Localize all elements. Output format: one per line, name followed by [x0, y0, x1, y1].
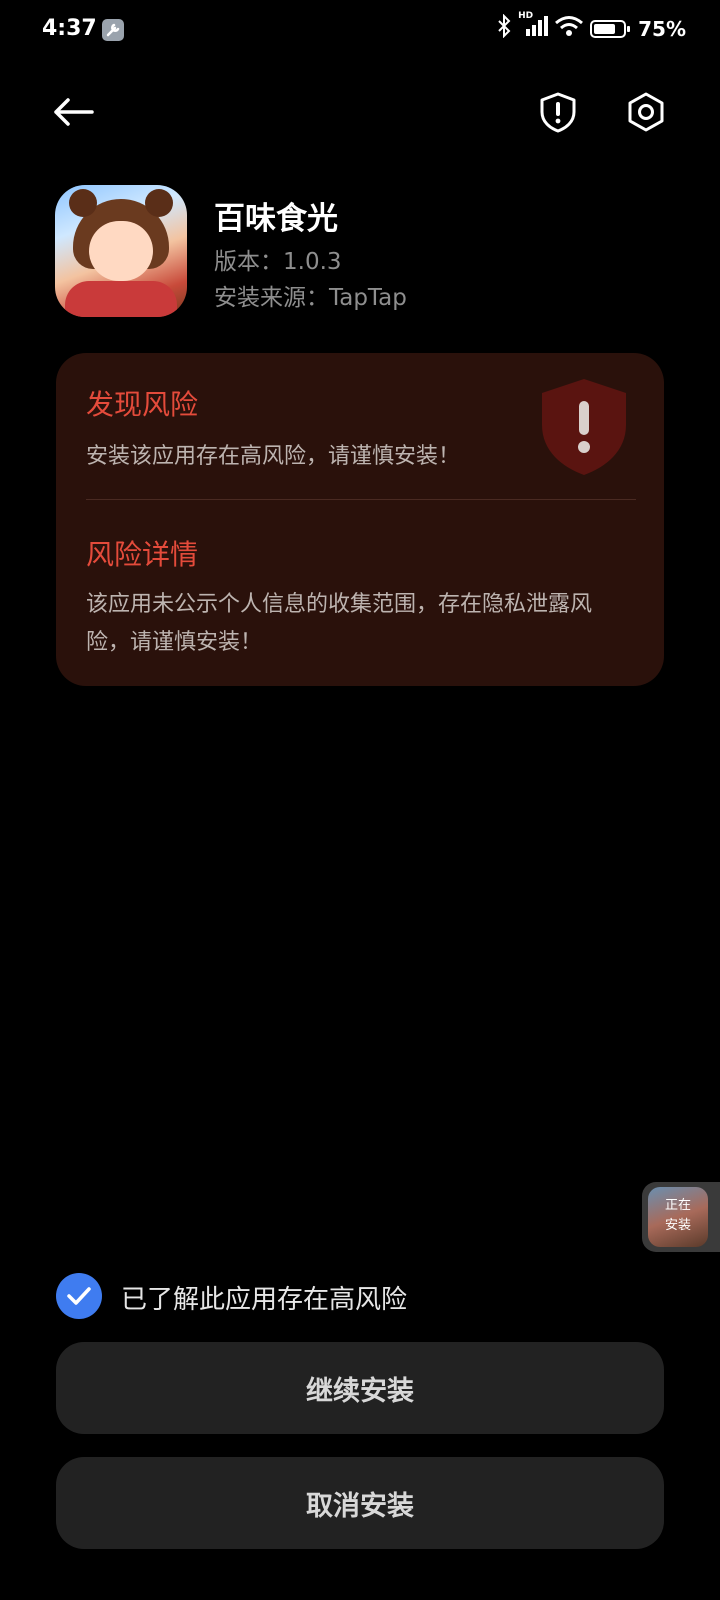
security-button[interactable]	[536, 90, 580, 134]
back-button[interactable]	[50, 90, 98, 138]
risk-acknowledge-checkbox[interactable]	[56, 1273, 102, 1319]
battery-fill	[594, 23, 616, 34]
cancel-install-button[interactable]: 取消安装	[56, 1457, 664, 1549]
app-version: 版本：1.0.3	[214, 249, 342, 275]
risk-message: 安装该应用存在高风险，请谨慎安装！	[86, 444, 461, 469]
wrench-icon	[102, 19, 124, 41]
status-bar: 4:37 HD 75%	[0, 0, 720, 62]
app-icon-shirt	[65, 281, 177, 317]
installing-floating-badge[interactable]: 正在 安装	[642, 1182, 720, 1252]
arrow-left-icon	[54, 98, 94, 126]
continue-install-button[interactable]: 继续安装	[56, 1342, 664, 1434]
risk-detail-message: 该应用未公示个人信息的收集范围，存在隐私泄露风险，请谨慎安装！	[86, 592, 593, 655]
app-icon	[55, 185, 187, 317]
bluetooth-icon	[496, 13, 512, 43]
risk-card: 发现风险 安装该应用存在高风险，请谨慎安装！ 风险详情 该应用未公示个人信息的收…	[56, 353, 664, 686]
risk-divider	[86, 499, 636, 500]
battery-percent: 75%	[638, 16, 686, 41]
risk-title: 发现风险	[86, 388, 199, 421]
status-indicators: HD 75%	[496, 11, 686, 43]
risk-detail-title: 风险详情	[86, 538, 199, 571]
settings-button[interactable]	[624, 90, 668, 134]
network-type-label: HD	[518, 11, 534, 21]
risk-shield-icon	[542, 379, 626, 475]
app-name: 百味食光	[214, 201, 338, 237]
app-install-source: 安装来源：TapTap	[214, 285, 407, 311]
risk-acknowledge-label[interactable]: 已了解此应用存在高风险	[121, 1279, 407, 1316]
installing-label: 正在 安装	[664, 1198, 691, 1233]
app-icon-face	[89, 221, 153, 281]
shield-exclamation-icon	[540, 92, 576, 133]
app-icon-bun-left	[69, 189, 97, 217]
gear-icon	[628, 92, 664, 132]
wifi-icon	[554, 15, 584, 42]
status-time: 4:37	[42, 16, 97, 41]
battery-icon	[590, 19, 631, 38]
checkmark-icon	[67, 1287, 91, 1305]
app-icon-bun-right	[145, 189, 173, 217]
cellular-signal-icon: HD	[518, 11, 549, 42]
